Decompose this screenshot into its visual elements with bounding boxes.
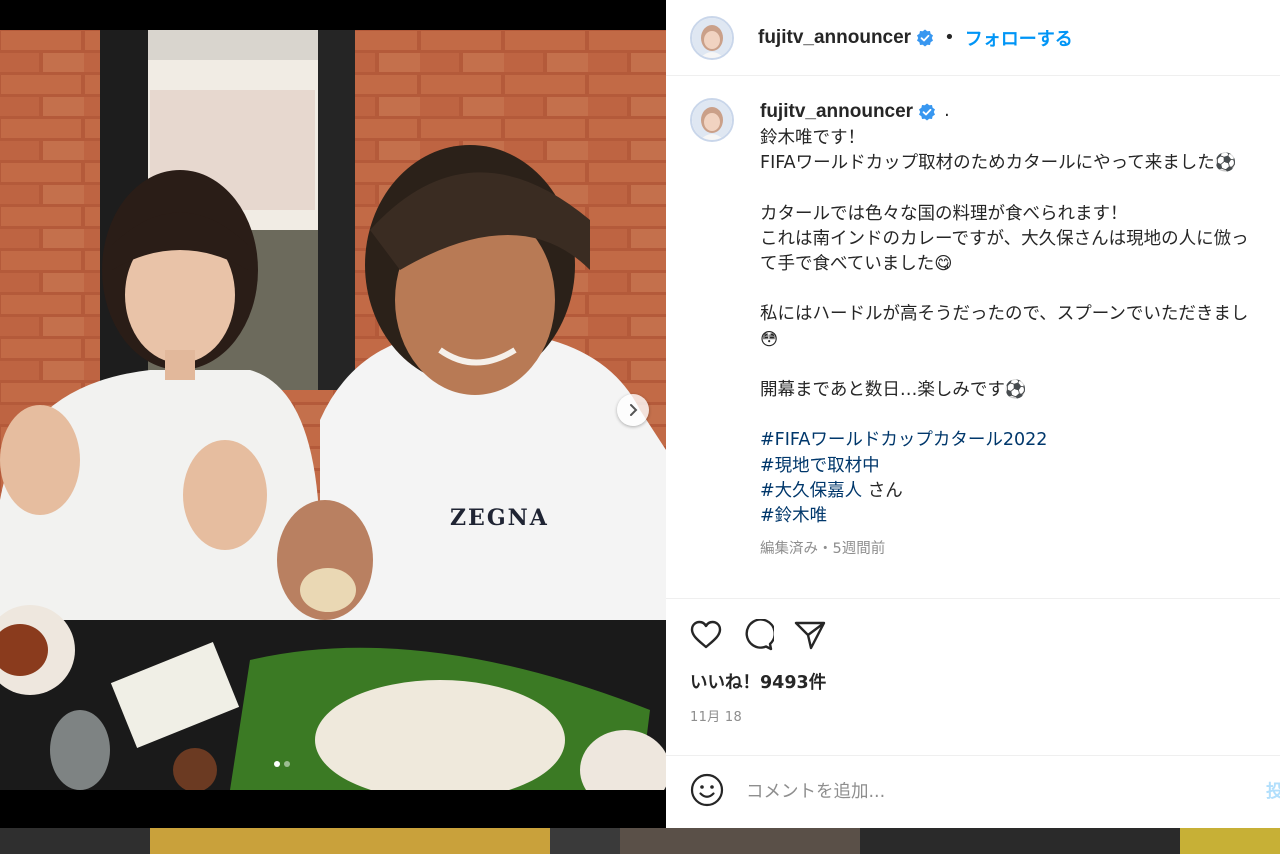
caption-line xyxy=(760,353,1280,378)
avatar-image xyxy=(692,100,732,140)
action-bar: いいね！9493件 11月 18 xyxy=(666,598,1280,725)
post-side-panel: fujitv_announcer • フォローする fujitv_announc… xyxy=(666,0,1280,828)
caption-line: これは南インドのカレーですが、大久保さんは現地の人に倣っ xyxy=(760,228,1249,249)
header-username[interactable]: fujitv_announcer xyxy=(758,27,911,49)
thumbnail-previews xyxy=(0,828,1280,854)
edited-timestamp: 編集済み・5週間前 xyxy=(760,541,886,558)
carousel-next-button[interactable] xyxy=(617,394,649,426)
thumbnail-strip xyxy=(0,828,1280,854)
avatar[interactable] xyxy=(690,15,734,60)
comment-button[interactable] xyxy=(742,618,776,655)
carousel-dots xyxy=(274,761,290,767)
emoji-button[interactable] xyxy=(690,773,724,811)
comment-input[interactable] xyxy=(746,782,1226,802)
share-button[interactable] xyxy=(794,620,826,654)
caption-text: 鈴木唯です！ FIFAワールドカップ取材のためカタールにやって来ました⚽ カター… xyxy=(760,126,1280,529)
verified-badge-icon xyxy=(919,103,936,121)
caption-line: 私にはハードルが高そうだったので、スプーンでいただきまし xyxy=(760,304,1249,325)
comment-bar: 投稿する xyxy=(666,755,1280,828)
avatar-image xyxy=(692,17,732,58)
carousel-dot xyxy=(274,761,280,767)
post-date[interactable]: 11月 18 xyxy=(690,706,1280,725)
caption-comment: fujitv_announcer . 鈴木唯です！ FIFAワールドカップ取材の… xyxy=(690,98,1280,558)
hashtag-link[interactable]: #現地で取材中 xyxy=(760,456,880,476)
caption-line: 開幕まであと数日…楽しみです⚽ xyxy=(760,379,1027,400)
hashtag-line: #大久保嘉人 さん xyxy=(760,479,1280,504)
post-media: ZEGNA xyxy=(0,0,666,828)
like-button[interactable] xyxy=(690,620,722,654)
caption-line: 鈴木唯です！ xyxy=(760,128,865,148)
shirt-print: ZEGNA xyxy=(450,505,549,531)
hashtag-line: #鈴木唯 xyxy=(760,504,1280,529)
photo-illustration: ZEGNA xyxy=(0,30,666,790)
caption-line xyxy=(760,277,1280,302)
post-photo[interactable]: ZEGNA xyxy=(0,30,666,790)
hashtag-line: #FIFAワールドカップカタール2022 xyxy=(760,428,1280,453)
caption-suffix: . xyxy=(944,101,950,122)
post-comment-button[interactable]: 投稿する xyxy=(1266,778,1280,803)
caption-line: て手で食べていました😋 xyxy=(760,254,953,274)
hashtag-link[interactable]: #大久保嘉人 xyxy=(760,481,862,501)
hashtag-link[interactable]: #FIFAワールドカップカタール2022 xyxy=(760,430,1047,450)
follow-button[interactable]: フォローする xyxy=(965,25,1073,51)
post-header: fujitv_announcer • フォローする xyxy=(666,0,1280,76)
caption-line xyxy=(760,403,1280,428)
verified-badge-icon xyxy=(917,29,934,46)
hashtag-link[interactable]: #鈴木唯 xyxy=(760,506,827,526)
speech-bubble-icon xyxy=(745,618,776,651)
hashtag-line: #現地で取材中 xyxy=(760,454,1280,479)
chevron-right-icon xyxy=(630,404,638,416)
like-count[interactable]: いいね！9493件 xyxy=(690,669,1280,694)
caption-line: FIFAワールドカップ取材のためカタールにやって来ました⚽ xyxy=(760,153,1237,174)
caption-username[interactable]: fujitv_announcer xyxy=(760,101,913,123)
caption-line xyxy=(760,176,1280,201)
heart-icon xyxy=(690,620,722,649)
separator-dot: • xyxy=(944,27,955,48)
avatar[interactable] xyxy=(690,98,734,142)
paper-plane-icon xyxy=(794,621,826,650)
smiley-icon xyxy=(690,773,724,807)
caption-line: 😳 xyxy=(760,329,779,350)
hashtag-suffix: さん xyxy=(862,480,903,501)
carousel-dot xyxy=(284,761,290,767)
caption-line: カタールでは色々な国の料理が食べられます！ xyxy=(760,203,1128,224)
